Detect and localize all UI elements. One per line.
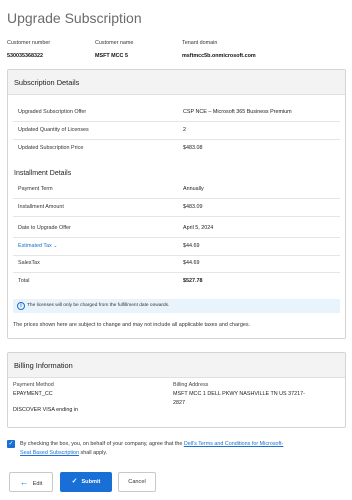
terms-link-line2: Seat Based Subscription: [20, 450, 80, 456]
agreement-text-after: shall apply.: [79, 450, 108, 456]
customer-name-label: Customer name: [95, 40, 134, 46]
upgrade-date-label: Date to Upgrade Offer: [18, 225, 71, 231]
tenant-domain-label: Tenant domain: [182, 40, 218, 46]
upgrade-date-value: April 5, 2024: [183, 225, 214, 231]
price-disclaimer: The prices shown here are subject to cha…: [13, 322, 251, 328]
divider: [13, 121, 340, 122]
edit-button-label: Edit: [32, 481, 43, 487]
payment-method-label: Payment Method: [13, 382, 54, 388]
divider: [13, 216, 340, 217]
cancel-button-label: Cancel: [128, 479, 146, 485]
check-icon: ✓: [71, 478, 78, 485]
divider: [13, 237, 340, 238]
agreement-checkbox[interactable]: ✓: [7, 440, 15, 448]
offer-label: Upgraded Subscription Offer: [18, 109, 87, 115]
submit-button-label: Submit: [81, 479, 101, 485]
subscription-details-card: Subscription Details Upgraded Subscripti…: [7, 69, 346, 339]
sales-tax-value: $44.69: [183, 260, 200, 266]
price-label: Updated Subscription Price: [18, 145, 84, 151]
terms-link-line1: Dell's Terms and Conditions for Microsof…: [183, 441, 284, 447]
cancel-button[interactable]: Cancel: [118, 472, 156, 492]
customer-name-value: MSFT MCC 5: [95, 53, 128, 59]
subscription-details-heading: Subscription Details: [8, 70, 345, 95]
billing-address-line2: 2827: [173, 400, 185, 406]
chevron-down-icon: ⌄: [53, 243, 58, 249]
installment-details-heading: Installment Details: [14, 170, 72, 177]
divider: [13, 198, 340, 199]
billing-information-card: Billing Information Payment Method EPAYM…: [7, 352, 346, 428]
submit-button[interactable]: ✓ Submit: [60, 472, 112, 492]
info-banner: i The licenses will only be charged from…: [13, 299, 340, 313]
divider: [13, 255, 340, 256]
divider: [13, 139, 340, 140]
agreement-text-before: By checking the box, you, on behalf of y…: [20, 441, 184, 447]
divider: [13, 272, 340, 273]
page-title: Upgrade Subscription: [7, 10, 142, 26]
payment-term-label: Payment Term: [18, 186, 53, 192]
estimated-tax-toggle[interactable]: Estimated Tax ⌄: [18, 243, 57, 249]
payment-term-value: Annually: [183, 186, 204, 192]
customer-number-value: 530035368322: [7, 53, 43, 59]
installment-amount-label: Installment Amount: [18, 204, 64, 210]
estimated-tax-value: $44.69: [183, 243, 200, 249]
estimated-tax-label: Estimated Tax: [18, 243, 52, 249]
total-label: Total: [18, 278, 30, 284]
tenant-domain-value: msftmcc5b.onmicrosoft.com: [182, 53, 256, 59]
card-value: DISCOVER VISA ending in: [13, 407, 79, 413]
billing-address-label: Billing Address: [173, 382, 209, 388]
price-value: $483.08: [183, 145, 203, 151]
info-text: The licenses will only be charged from t…: [27, 303, 170, 308]
billing-information-heading: Billing Information: [8, 353, 345, 378]
agreement-text: By checking the box, you, on behalf of y…: [20, 440, 345, 458]
billing-address-line1: MSFT MCC 1 DELL PKWY NASHVILLE TN US 372…: [173, 391, 305, 397]
customer-number-label: Customer number: [7, 40, 51, 46]
total-value: $527.78: [183, 278, 203, 284]
sales-tax-label: SalesTax: [18, 260, 40, 266]
payment-method-value: EPAYMENT_CC: [13, 391, 53, 397]
arrow-left-icon: ←: [19, 477, 29, 487]
checkmark-icon: ✓: [8, 441, 14, 447]
offer-value: CSP NCE – Microsoft 365 Business Premium: [183, 109, 292, 115]
installment-amount-value: $483.09: [183, 204, 203, 210]
edit-button[interactable]: ← Edit: [9, 472, 53, 492]
info-icon: i: [17, 302, 25, 310]
quantity-label: Updated Quantity of Licenses: [18, 127, 89, 133]
quantity-value: 2: [183, 127, 186, 133]
